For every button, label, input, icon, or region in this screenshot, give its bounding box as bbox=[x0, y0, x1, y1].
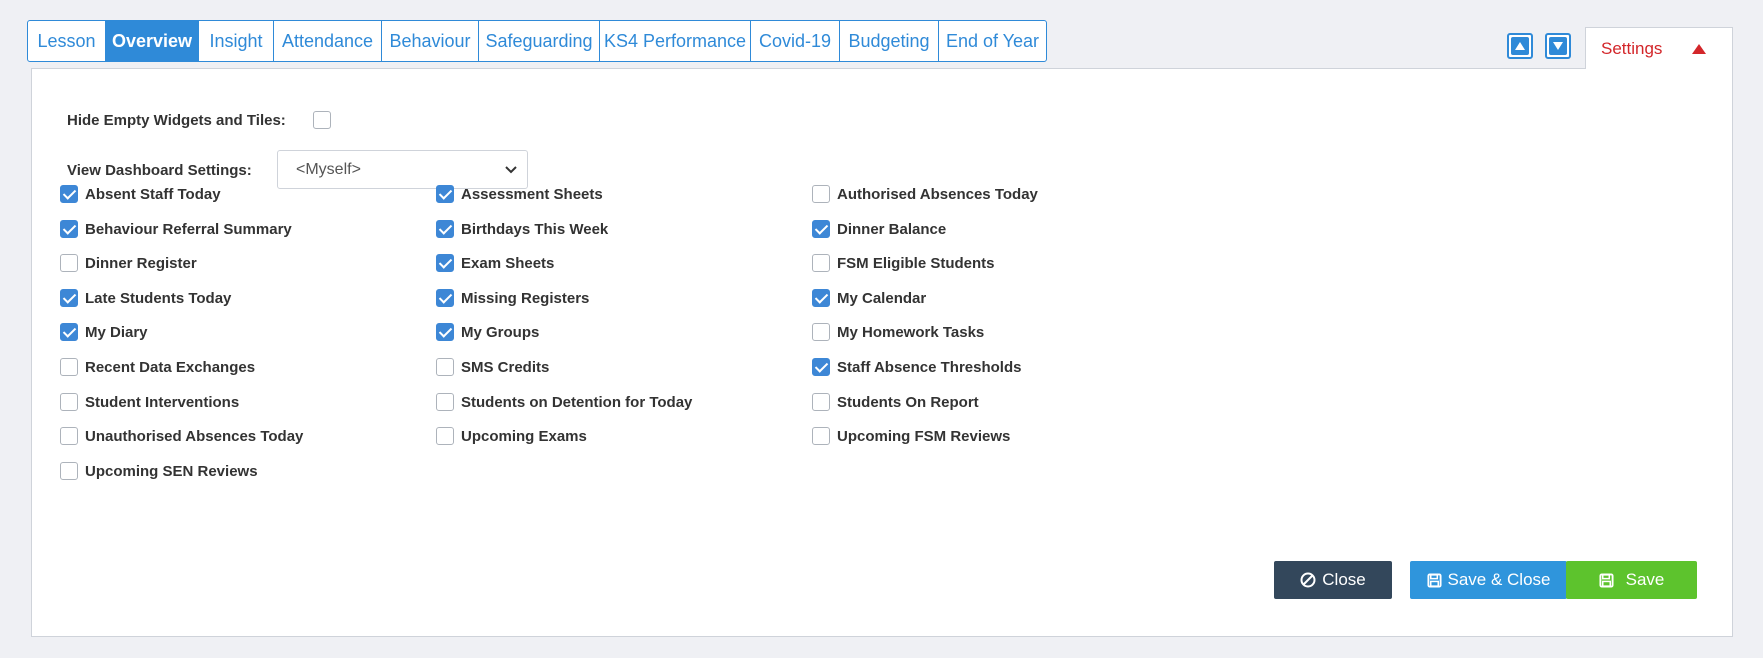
widget-checkbox[interactable] bbox=[60, 289, 78, 307]
widget-label: Assessment Sheets bbox=[461, 186, 603, 203]
widget-checkbox[interactable] bbox=[60, 185, 78, 203]
widget-checkbox[interactable] bbox=[812, 220, 830, 238]
widget-checkbox[interactable] bbox=[436, 323, 454, 341]
widget-label: Upcoming SEN Reviews bbox=[85, 463, 258, 480]
hide-empty-label: Hide Empty Widgets and Tiles: bbox=[67, 112, 286, 129]
widget-label: Exam Sheets bbox=[461, 255, 555, 272]
settings-label: Settings bbox=[1601, 38, 1663, 58]
widget-checkbox[interactable] bbox=[436, 427, 454, 445]
move-up-button[interactable] bbox=[1507, 33, 1533, 59]
close-button[interactable]: Close bbox=[1274, 561, 1392, 599]
widget-checkbox[interactable] bbox=[436, 393, 454, 411]
widget-checkbox[interactable] bbox=[60, 358, 78, 376]
widget-label: My Groups bbox=[461, 324, 540, 341]
widget-label: Students on Detention for Today bbox=[461, 394, 693, 411]
dashboard-tabs: Lesson Overview Insight Attendance Behaviour… bbox=[27, 20, 1047, 62]
widget-label: Late Students Today bbox=[85, 290, 232, 307]
widget-label: SMS Credits bbox=[461, 359, 550, 376]
save-close-button-label: Save & Close bbox=[1447, 570, 1551, 589]
settings-toggle[interactable]: Settings bbox=[1585, 27, 1733, 69]
widget-label: Students On Report bbox=[837, 394, 979, 411]
widget-checkbox[interactable] bbox=[812, 185, 830, 203]
widget-checkbox[interactable] bbox=[812, 393, 830, 411]
widget-label: Birthdays This Week bbox=[461, 221, 609, 238]
widget-label: Dinner Balance bbox=[837, 221, 947, 238]
widget-label: Unauthorised Absences Today bbox=[85, 428, 304, 445]
ban-icon bbox=[1300, 572, 1316, 588]
widget-label: FSM Eligible Students bbox=[837, 255, 995, 272]
tab-8[interactable]: Budgeting bbox=[840, 21, 939, 61]
widget-checkbox[interactable] bbox=[436, 254, 454, 272]
widget-label: Dinner Register bbox=[85, 255, 197, 272]
hide-empty-checkbox[interactable] bbox=[313, 111, 331, 129]
save-button-label: Save bbox=[1625, 570, 1665, 589]
widget-label: Student Interventions bbox=[85, 394, 240, 411]
widget-checkbox[interactable] bbox=[60, 462, 78, 480]
tab-3[interactable]: Attendance bbox=[274, 21, 382, 61]
view-settings-value: <Myself> bbox=[296, 160, 361, 178]
dashboard-settings-page: Lesson Overview Insight Attendance Behaviour… bbox=[0, 0, 1763, 658]
tab-7[interactable]: Covid-19 bbox=[751, 21, 840, 61]
widget-label: My Homework Tasks bbox=[837, 324, 985, 341]
widget-label: Absent Staff Today bbox=[85, 186, 221, 203]
widget-label: My Calendar bbox=[837, 290, 927, 307]
widget-checkbox[interactable] bbox=[436, 185, 454, 203]
floppy-icon bbox=[1426, 572, 1442, 588]
widget-label: Staff Absence Thresholds bbox=[837, 359, 1022, 376]
widget-checkbox[interactable] bbox=[60, 323, 78, 341]
widget-checkbox[interactable] bbox=[812, 254, 830, 272]
move-down-button[interactable] bbox=[1545, 33, 1571, 59]
widget-checkbox[interactable] bbox=[436, 358, 454, 376]
widget-checkbox[interactable] bbox=[812, 323, 830, 341]
widget-checkbox[interactable] bbox=[60, 393, 78, 411]
tab-9[interactable]: End of Year bbox=[939, 21, 1046, 61]
widget-checkbox[interactable] bbox=[436, 220, 454, 238]
triangle-up-icon bbox=[1511, 37, 1529, 55]
widget-checkbox[interactable] bbox=[60, 220, 78, 238]
settings-panel: Hide Empty Widgets and Tiles: View Dashb… bbox=[31, 68, 1733, 637]
chevron-down-icon bbox=[505, 161, 517, 177]
view-settings-select[interactable]: <Myself> bbox=[277, 150, 528, 189]
widget-checkbox[interactable] bbox=[812, 427, 830, 445]
save-button[interactable]: Save bbox=[1566, 561, 1697, 599]
tab-2[interactable]: Insight bbox=[199, 21, 274, 61]
widget-checkbox[interactable] bbox=[60, 427, 78, 445]
view-settings-label: View Dashboard Settings: bbox=[67, 162, 252, 179]
widget-label: Upcoming FSM Reviews bbox=[837, 428, 1011, 445]
close-button-label: Close bbox=[1322, 570, 1366, 589]
tab-1[interactable]: Overview bbox=[106, 21, 199, 61]
tab-6[interactable]: KS4 Performance bbox=[600, 21, 751, 61]
save-close-button[interactable]: Save & Close bbox=[1410, 561, 1567, 599]
widget-label: Authorised Absences Today bbox=[837, 186, 1038, 203]
widget-label: Missing Registers bbox=[461, 290, 590, 307]
widget-checkbox[interactable] bbox=[812, 358, 830, 376]
tab-4[interactable]: Behaviour bbox=[382, 21, 479, 61]
caret-up-icon bbox=[1692, 44, 1706, 54]
widget-checkbox[interactable] bbox=[60, 254, 78, 272]
tab-0[interactable]: Lesson bbox=[28, 21, 106, 61]
floppy-icon bbox=[1599, 572, 1614, 588]
widget-checkbox[interactable] bbox=[436, 289, 454, 307]
widget-label: My Diary bbox=[85, 324, 148, 341]
triangle-down-icon bbox=[1549, 37, 1567, 55]
widget-label: Behaviour Referral Summary bbox=[85, 221, 292, 238]
tab-5[interactable]: Safeguarding bbox=[479, 21, 600, 61]
widget-label: Recent Data Exchanges bbox=[85, 359, 256, 376]
widget-checkbox[interactable] bbox=[812, 289, 830, 307]
widget-label: Upcoming Exams bbox=[461, 428, 587, 445]
